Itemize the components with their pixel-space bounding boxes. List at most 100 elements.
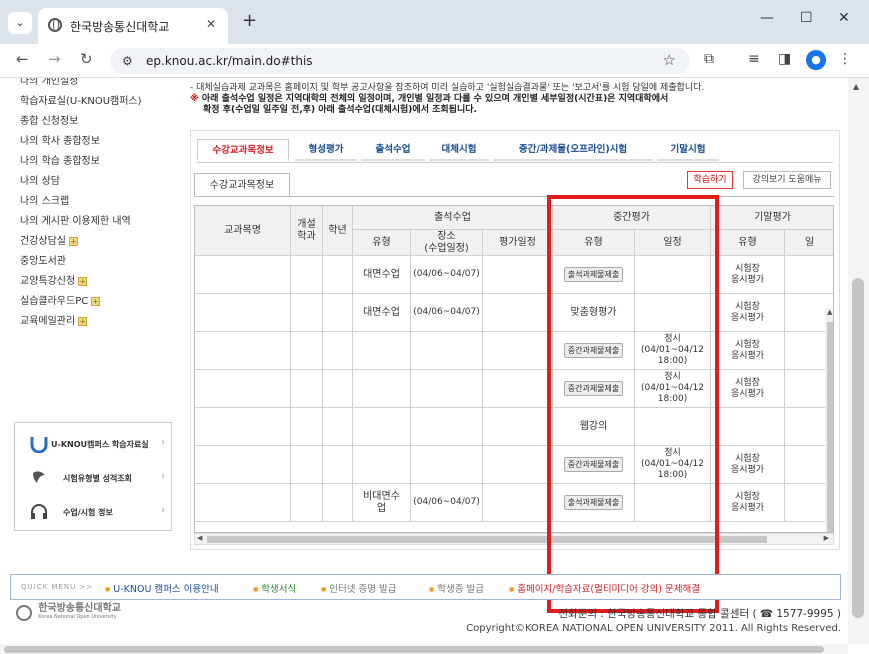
scroll-left-icon[interactable]: ◀ — [197, 534, 202, 542]
header-att-place: 장소 (수업일정) — [411, 230, 483, 256]
address-bar[interactable]: ⚙ ep.knou.ac.kr/main.do#this ☆ — [110, 48, 690, 74]
tab-alt-exam[interactable]: 대체시험 — [429, 139, 489, 161]
sidebar-item[interactable]: 나의 게시판 이용제한 내역 — [20, 212, 131, 227]
table-cell — [195, 332, 291, 370]
table-cell-att-place — [411, 408, 483, 446]
course-table: 교과목명 개설 학과 학년 출석수업 유형 장소 (수업일정) 평가일정 중간평… — [194, 205, 834, 533]
table-cell-att-type — [353, 370, 411, 408]
quick-menu-item[interactable]: 인터넷 증명 발급 — [321, 581, 396, 595]
menu-icon[interactable]: ⋮ — [838, 51, 852, 67]
tab-attendance[interactable]: 출석수업 — [361, 139, 425, 161]
expand-plus-icon[interactable]: + — [78, 276, 88, 286]
table-cell-att-type — [353, 332, 411, 370]
sidebar-item[interactable]: 나의 학습 종합정보 — [20, 152, 100, 167]
header-year: 학년 — [323, 206, 353, 256]
sidebar-item[interactable]: 중앙도서관 — [20, 252, 66, 267]
expand-plus-icon[interactable]: + — [69, 236, 78, 246]
highlight-box — [547, 195, 719, 613]
sidebar-item[interactable]: 나의 학사 종합정보 — [20, 132, 100, 147]
quick-menu-item[interactable]: 학생증 발급 — [429, 581, 484, 595]
header-open-dept: 개설 학과 — [291, 206, 323, 256]
minimize-icon[interactable]: — — [760, 10, 774, 26]
back-icon[interactable]: ← — [16, 50, 29, 68]
sidebar-item[interactable]: 나의 상담 — [20, 172, 60, 187]
forward-icon[interactable]: → — [48, 50, 61, 68]
side-panel-icon[interactable]: ◨ — [778, 51, 791, 67]
subtab-course-info[interactable]: 수강교과목정보 — [194, 173, 290, 197]
tab-final[interactable]: 기말시험 — [657, 139, 719, 161]
window-close-icon[interactable]: ✕ — [838, 10, 850, 26]
reload-icon[interactable]: ↻ — [80, 50, 93, 68]
sidebar-item[interactable]: 종합 신청정보 — [20, 112, 78, 127]
table-cell-att-place — [411, 446, 483, 484]
course-info-panel: 수강교과목정보 형성평가 출석수업 대체시험 중간/과제물(오프라인)시험 기말… — [190, 130, 840, 550]
sidebar-item-label: 건강상담실 — [20, 236, 66, 247]
media-controls-icon[interactable]: ≡ — [748, 51, 760, 67]
quick-link-label: U-KNOU캠퍼스 학습자료실 — [51, 440, 149, 449]
page-horizontal-scrollbar[interactable] — [0, 644, 848, 654]
table-cell — [483, 484, 553, 522]
subtab-divider — [194, 196, 834, 197]
table-cell — [291, 332, 323, 370]
quick-menu-item[interactable]: U-KNOU 캠퍼스 이용안내 — [105, 581, 218, 595]
table-cell-att-place: (04/06~04/07) — [411, 484, 483, 522]
quick-link-u-knou[interactable]: U-KNOU캠퍼스 학습자료실 › — [15, 427, 173, 461]
table-cell — [195, 408, 291, 446]
table-vertical-scrollbar[interactable]: ▲ — [825, 308, 833, 532]
table-cell-fin-type: 시험장 응시평가 — [711, 294, 785, 332]
table-cell — [195, 256, 291, 294]
profile-avatar-icon[interactable]: ● — [806, 50, 826, 70]
quick-link-label: 시험유형별 성적조회 — [63, 474, 133, 483]
site-settings-icon[interactable]: ⚙ — [122, 54, 133, 68]
tab-search-dropdown-icon[interactable]: ⌄ — [8, 12, 32, 34]
sidebar-item[interactable]: 교육메일관리 + — [20, 312, 88, 327]
sidebar-item[interactable]: 실습클라우드PC + — [20, 292, 101, 307]
quick-menu-item[interactable]: 학생서식 — [253, 581, 296, 595]
tab-midterm[interactable]: 중간/과제물(오프라인)시험 — [493, 139, 653, 161]
sidebar-item[interactable]: 학습자료실(U-KNOU캠퍼스) — [20, 92, 142, 107]
quick-link-exam[interactable]: 시험유형별 성적조회 › — [15, 461, 173, 495]
footer-logo: 한국방송통신대학교 Korea National Open University — [16, 604, 121, 624]
table-cell-att-type: 대면수업 — [353, 256, 411, 294]
extensions-icon[interactable]: ⧉ — [704, 51, 714, 67]
lecture-help-button[interactable]: 강의보기 도움메뉴 — [743, 171, 831, 189]
scrollbar-thumb[interactable] — [827, 322, 833, 532]
scroll-right-icon[interactable]: ▶ — [824, 534, 829, 542]
quick-menu-item[interactable]: 홈페이지/학습자료(멀티미디어 강의) 문제해결 — [509, 581, 700, 595]
sidebar-item-label: 교양특강신청 — [20, 276, 76, 287]
table-cell — [195, 484, 291, 522]
tab-course-info[interactable]: 수강교과목정보 — [197, 139, 289, 161]
table-cell — [323, 256, 353, 294]
university-seal-icon — [16, 605, 32, 621]
page-vertical-scrollbar[interactable]: ▲ — [848, 78, 869, 644]
headset-icon — [29, 503, 49, 521]
table-cell-att-type — [353, 446, 411, 484]
table-cell-att-type: 비대면수 업 — [353, 484, 411, 522]
study-button[interactable]: 학습하기 — [687, 171, 733, 189]
maximize-icon[interactable]: ☐ — [800, 10, 813, 26]
tab-close-icon[interactable]: ✕ — [206, 17, 216, 31]
browser-tab[interactable]: 한국방송통신대학교 ✕ — [38, 8, 228, 44]
scrollbar-thumb[interactable] — [852, 278, 864, 618]
table-cell — [291, 370, 323, 408]
scroll-up-icon[interactable]: ▲ — [853, 82, 859, 91]
sidebar-item[interactable]: 교양특강신청 + — [20, 272, 88, 287]
sidebar-item[interactable]: 건강상담실 + — [20, 232, 78, 247]
expand-plus-icon[interactable]: + — [78, 316, 88, 326]
table-cell-fin-type: 시험장 응시평가 — [711, 370, 785, 408]
sidebar-item[interactable]: 나의 개인설정 — [20, 78, 78, 87]
new-tab-icon[interactable]: + — [242, 10, 257, 31]
table-horizontal-scrollbar[interactable]: ◀ ▶ — [194, 533, 834, 545]
scrollbar-thumb[interactable] — [4, 646, 824, 653]
table-cell — [195, 294, 291, 332]
table-cell — [291, 294, 323, 332]
bookmark-star-icon[interactable]: ☆ — [663, 51, 676, 69]
tab-formative-eval[interactable]: 형성평가 — [295, 139, 357, 161]
table-cell — [323, 446, 353, 484]
table-cell — [291, 484, 323, 522]
url-text[interactable]: ep.knou.ac.kr/main.do#this — [146, 54, 313, 68]
expand-plus-icon[interactable]: + — [91, 296, 101, 306]
quick-link-class-info[interactable]: 수업/시험 정보 › — [15, 495, 173, 529]
sidebar-item[interactable]: 나의 스크랩 — [20, 192, 69, 207]
scroll-up-icon[interactable]: ▲ — [827, 308, 832, 316]
